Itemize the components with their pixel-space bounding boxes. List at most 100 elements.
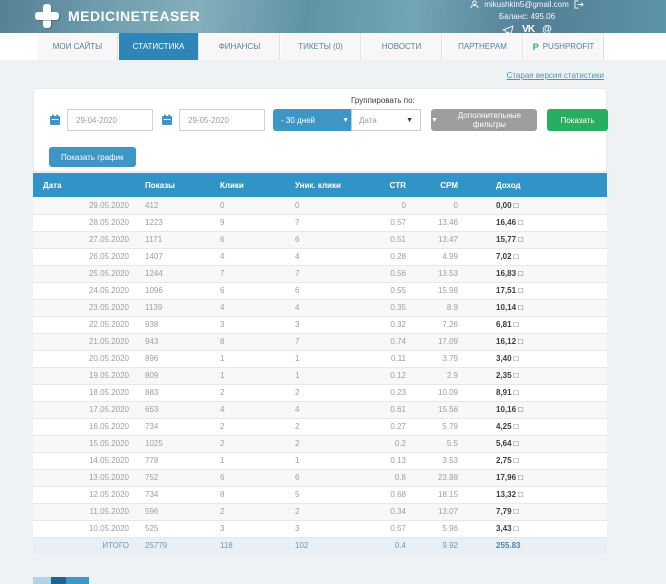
value-cell: 1223: [137, 214, 212, 232]
date-cell: 10.05.2020: [33, 520, 137, 538]
tab-2[interactable]: ФИНАНСЫ: [199, 33, 280, 60]
date-from-input[interactable]: [67, 109, 153, 131]
value-cell: 0.2: [362, 435, 414, 453]
user-email[interactable]: mikushkin5@gmail.com: [484, 0, 569, 9]
value-cell: 6: [212, 231, 287, 249]
value-cell: 7,79 □: [466, 503, 607, 521]
date-cell: 14.05.2020: [33, 452, 137, 470]
value-cell: 10,16 □: [466, 401, 607, 419]
show-button[interactable]: Показать: [547, 109, 608, 131]
date-cell: 12.05.2020: [33, 486, 137, 504]
value-cell: 883: [137, 384, 212, 402]
value-cell: 7: [287, 265, 362, 283]
pagination-button[interactable]: [51, 577, 66, 584]
value-cell: 752: [137, 469, 212, 487]
calendar-icon[interactable]: [161, 114, 173, 126]
table-row: 23.05.2020 1139 4 4 0.35 8.9 10,14 □: [33, 299, 607, 317]
value-cell: 0.34: [362, 503, 414, 521]
tab-1[interactable]: СТАТИСТИКА: [118, 33, 199, 60]
date-cell: 19.05.2020: [33, 367, 137, 385]
value-cell: 1025: [137, 435, 212, 453]
value-cell: 15.98: [414, 282, 466, 300]
main-nav: МОИ САЙТЫ СТАТИСТИКА ФИНАНСЫ ТИКЕТЫ (0) НОВО…: [0, 33, 666, 60]
value-cell: 1244: [137, 265, 212, 283]
tab-label: ТИКЕТЫ (0): [298, 42, 343, 51]
value-cell: 23.88: [414, 469, 466, 487]
table-row: 14.05.2020 778 1 1 0.13 3.53 2,75 □: [33, 452, 607, 470]
calendar-icon[interactable]: [49, 114, 61, 126]
value-cell: 2: [212, 384, 287, 402]
value-cell: 734: [137, 418, 212, 436]
period-select[interactable]: - 30 дней ▼: [273, 109, 357, 131]
table-row: 15.05.2020 1025 2 2 0.2 5.5 5,64 □: [33, 435, 607, 453]
value-cell: 5,64 □: [466, 435, 607, 453]
value-cell: 7: [212, 265, 287, 283]
column-header: Уник. клики: [287, 173, 362, 197]
value-cell: 15.56: [414, 401, 466, 419]
pagination: [33, 577, 89, 584]
value-cell: 6: [287, 469, 362, 487]
value-cell: 3,40 □: [466, 350, 607, 368]
value-cell: 4: [212, 401, 287, 419]
value-cell: 0: [414, 197, 466, 215]
value-cell: 3,43 □: [466, 520, 607, 538]
value-cell: 6: [287, 282, 362, 300]
date-to-input[interactable]: [179, 109, 265, 131]
value-cell: 0.13: [362, 452, 414, 470]
date-cell: 20.05.2020: [33, 350, 137, 368]
value-cell: 0.57: [362, 214, 414, 232]
tab-3[interactable]: ТИКЕТЫ (0): [280, 33, 361, 60]
value-cell: 10,14 □: [466, 299, 607, 317]
value-cell: 8: [212, 486, 287, 504]
value-cell: 15,77 □: [466, 231, 607, 249]
value-cell: 0.28: [362, 248, 414, 266]
date-cell: 29.05.2020: [33, 197, 137, 215]
value-cell: 1: [212, 452, 287, 470]
group-by-select[interactable]: Дата ▼: [351, 109, 421, 131]
logout-icon[interactable]: [574, 0, 584, 9]
date-cell: 23.05.2020: [33, 299, 137, 317]
value-cell: 1139: [137, 299, 212, 317]
value-cell: 7.26: [414, 316, 466, 334]
date-cell: 25.05.2020: [33, 265, 137, 283]
table-row: 21.05.2020 943 8 7 0.74 17.09 16,12 □: [33, 333, 607, 351]
value-cell: 16,46 □: [466, 214, 607, 232]
value-cell: 13.47: [414, 231, 466, 249]
logo[interactable]: MEDICINETEASER: [35, 4, 200, 28]
value-cell: 1: [287, 452, 362, 470]
chevron-down-icon: ▼: [431, 116, 438, 124]
date-cell: 18.05.2020: [33, 384, 137, 402]
value-cell: 0.55: [362, 282, 414, 300]
tab-4[interactable]: НОВОСТИ: [361, 33, 442, 60]
value-cell: 0.8: [362, 469, 414, 487]
value-cell: 1171: [137, 231, 212, 249]
value-cell: 4: [287, 248, 362, 266]
value-cell: 0.61: [362, 401, 414, 419]
date-cell: 13.05.2020: [33, 469, 137, 487]
value-cell: 3: [212, 316, 287, 334]
tab-6[interactable]: P PUSHPROFIT: [523, 33, 604, 60]
tab-5[interactable]: ПАРТНЕРАМ: [442, 33, 523, 60]
total-label: ИТОГО: [33, 536, 137, 554]
value-cell: 1: [287, 367, 362, 385]
table-row: 24.05.2020 1096 6 6 0.55 15.98 17,51 □: [33, 282, 607, 300]
tab-0[interactable]: МОИ САЙТЫ: [37, 33, 118, 60]
column-header: Показы: [137, 173, 212, 197]
extra-filters-button[interactable]: ▼ Дополнительные фильтры: [431, 109, 537, 131]
table-row: 17.05.2020 653 4 4 0.61 15.56 10,16 □: [33, 401, 607, 419]
table-row: 18.05.2020 883 2 2 0.23 10.09 8,91 □: [33, 384, 607, 402]
value-cell: 6: [212, 469, 287, 487]
pagination-button[interactable]: [33, 577, 51, 584]
pagination-button[interactable]: [66, 577, 89, 584]
value-cell: 3.53: [414, 452, 466, 470]
tab-label: ФИНАНСЫ: [218, 42, 261, 51]
show-chart-button[interactable]: Показать график: [49, 147, 136, 167]
filters-panel: - 30 дней ▼ Группировать по: Дата ▼ ▼ До…: [33, 88, 608, 172]
total-value: 25779: [137, 536, 212, 554]
old-stats-version-link[interactable]: Старая версия статистики: [507, 71, 604, 80]
date-cell: 17.05.2020: [33, 401, 137, 419]
date-cell: 15.05.2020: [33, 435, 137, 453]
column-header: Доход: [466, 173, 607, 197]
value-cell: 734: [137, 486, 212, 504]
tab-label: МОИ САЙТЫ: [52, 42, 103, 51]
